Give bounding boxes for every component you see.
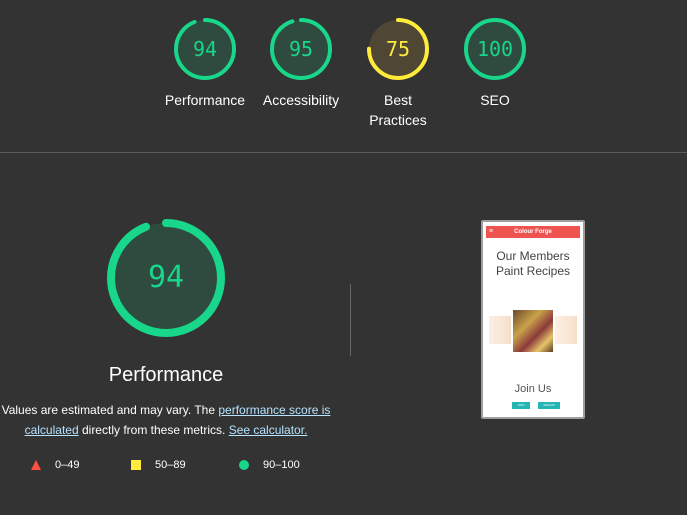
- app-title: Colour Forge: [514, 229, 552, 235]
- decor-image: [555, 316, 577, 344]
- performance-title: Performance: [108, 364, 224, 386]
- gauge-score: 75: [385, 37, 411, 61]
- join-button: JOIN: [512, 402, 530, 409]
- signup-button: SIGNUP: [538, 402, 560, 409]
- screenshot-heading: Our Members Paint Recipes: [495, 249, 571, 278]
- gauge-score: 100: [476, 37, 514, 61]
- see-calculator-link[interactable]: See calculator.: [229, 423, 308, 437]
- gauge-performance[interactable]: 94 Performance: [155, 16, 255, 110]
- legend-range: 90–100: [263, 459, 300, 471]
- circle-icon: [239, 460, 249, 470]
- paint-image: [513, 310, 553, 352]
- square-icon: [131, 460, 141, 470]
- app-header: ≡ Colour Forge: [486, 226, 580, 238]
- join-heading: Join Us: [514, 383, 552, 395]
- gauge-label: SEO: [480, 92, 510, 108]
- note-text: directly from these metrics.: [78, 423, 229, 437]
- gauge-score: 95: [288, 37, 314, 61]
- section-divider: [0, 152, 687, 153]
- gauge-score: 94: [192, 37, 218, 61]
- decor-image: [489, 316, 511, 344]
- gauge-seo[interactable]: 100 SEO: [445, 16, 545, 110]
- triangle-icon: [31, 460, 41, 470]
- legend-range: 50–89: [155, 459, 186, 471]
- vertical-divider: [350, 284, 351, 356]
- gauge-accessibility[interactable]: 95 Accessibility: [251, 16, 351, 110]
- gauge-label: Accessibility: [262, 92, 340, 108]
- performance-score: 94: [147, 260, 185, 295]
- final-screenshot[interactable]: ≡ Colour Forge Our Members Paint Recipes…: [481, 220, 585, 419]
- menu-icon: ≡: [489, 228, 494, 235]
- gauge-best-practices[interactable]: 75 Best Practices: [348, 16, 448, 130]
- gauge-label: Best Practices: [369, 92, 427, 128]
- legend-range: 0–49: [55, 459, 80, 471]
- estimate-note: Values are estimated and may vary. The p…: [0, 400, 332, 440]
- gauge-label: Performance: [164, 92, 246, 108]
- category-gauges: 94 Performance 95 Accessibility 75 Best …: [0, 0, 687, 152]
- note-text: Values are estimated and may vary. The: [1, 403, 219, 417]
